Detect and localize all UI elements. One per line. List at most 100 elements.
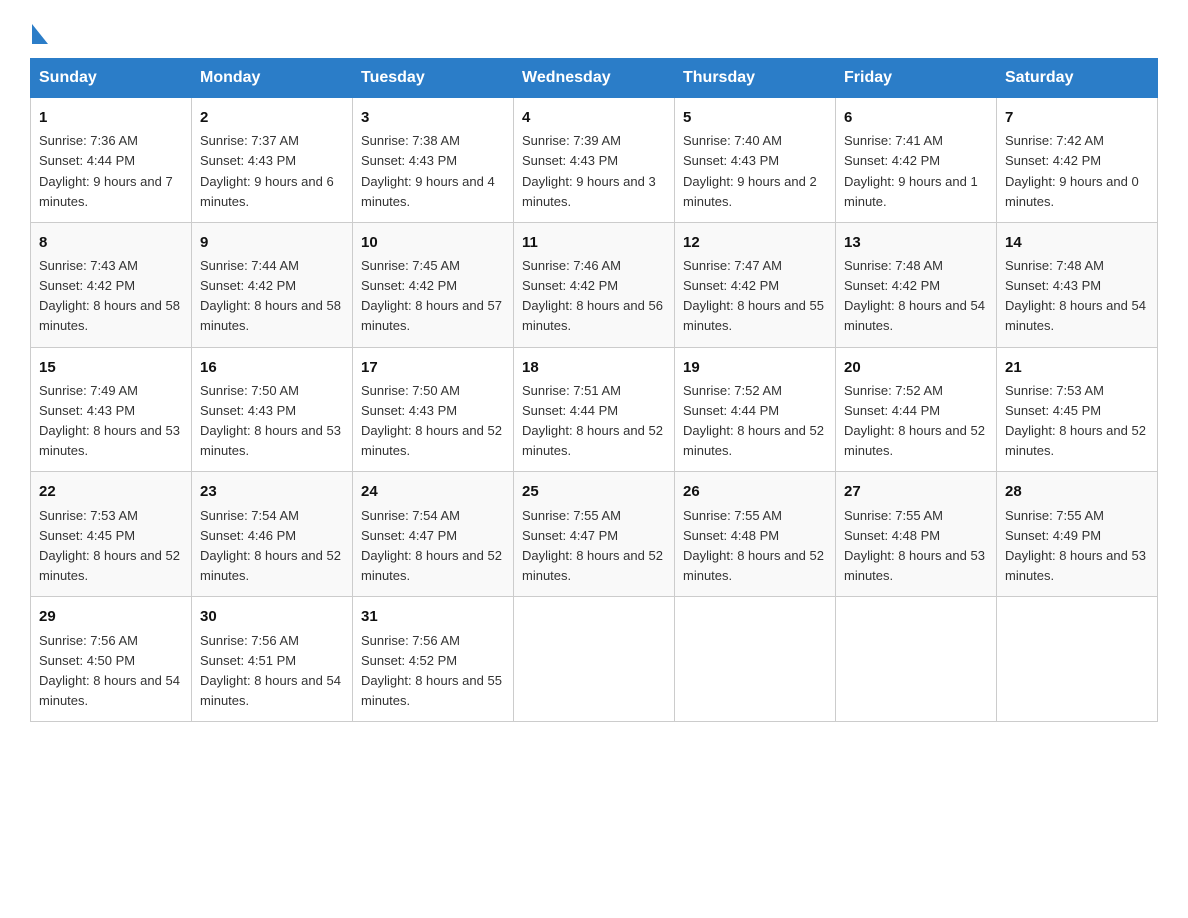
day-info: Sunrise: 7:46 AMSunset: 4:42 PMDaylight:… [522,258,663,333]
calendar-day-cell: 15 Sunrise: 7:49 AMSunset: 4:43 PMDayligh… [31,347,192,472]
day-info: Sunrise: 7:48 AMSunset: 4:42 PMDaylight:… [844,258,985,333]
calendar-week-row: 1 Sunrise: 7:36 AMSunset: 4:44 PMDaylight… [31,98,1158,223]
day-number: 5 [683,106,827,129]
calendar-day-cell: 1 Sunrise: 7:36 AMSunset: 4:44 PMDaylight… [31,98,192,223]
day-info: Sunrise: 7:56 AMSunset: 4:51 PMDaylight:… [200,633,341,708]
day-number: 27 [844,480,988,503]
day-info: Sunrise: 7:41 AMSunset: 4:42 PMDaylight:… [844,133,978,208]
day-info: Sunrise: 7:43 AMSunset: 4:42 PMDaylight:… [39,258,180,333]
day-number: 14 [1005,231,1149,254]
day-info: Sunrise: 7:48 AMSunset: 4:43 PMDaylight:… [1005,258,1146,333]
day-number: 22 [39,480,183,503]
calendar-day-cell: 30 Sunrise: 7:56 AMSunset: 4:51 PMDayligh… [192,597,353,722]
day-number: 30 [200,605,344,628]
day-info: Sunrise: 7:55 AMSunset: 4:48 PMDaylight:… [844,508,985,583]
day-info: Sunrise: 7:53 AMSunset: 4:45 PMDaylight:… [39,508,180,583]
calendar-day-cell: 26 Sunrise: 7:55 AMSunset: 4:48 PMDayligh… [675,472,836,597]
weekday-header-friday: Friday [836,59,997,98]
weekday-header-monday: Monday [192,59,353,98]
calendar-day-cell: 9Sunrise: 7:44 AMSunset: 4:42 PMDaylight… [192,222,353,347]
calendar-day-cell: 5 Sunrise: 7:40 AMSunset: 4:43 PMDaylight… [675,98,836,223]
day-number: 18 [522,356,666,379]
logo [30,20,48,40]
calendar-day-cell: 19 Sunrise: 7:52 AMSunset: 4:44 PMDayligh… [675,347,836,472]
day-info: Sunrise: 7:45 AMSunset: 4:42 PMDaylight:… [361,258,502,333]
logo-triangle-icon [32,24,48,44]
calendar-week-row: 29Sunrise: 7:56 AMSunset: 4:50 PMDayligh… [31,597,1158,722]
day-info: Sunrise: 7:51 AMSunset: 4:44 PMDaylight:… [522,383,663,458]
calendar-day-cell: 22 Sunrise: 7:53 AMSunset: 4:45 PMDayligh… [31,472,192,597]
weekday-header-tuesday: Tuesday [353,59,514,98]
page-header [30,20,1158,40]
day-number: 8 [39,231,183,254]
day-info: Sunrise: 7:52 AMSunset: 4:44 PMDaylight:… [683,383,824,458]
day-number: 7 [1005,106,1149,129]
day-number: 26 [683,480,827,503]
calendar-day-cell: 23Sunrise: 7:54 AMSunset: 4:46 PMDayligh… [192,472,353,597]
calendar-day-cell: 4 Sunrise: 7:39 AMSunset: 4:43 PMDaylight… [514,98,675,223]
calendar-day-cell: 27 Sunrise: 7:55 AMSunset: 4:48 PMDayligh… [836,472,997,597]
calendar-day-cell [675,597,836,722]
day-number: 9 [200,231,344,254]
day-number: 21 [1005,356,1149,379]
weekday-header-row: SundayMondayTuesdayWednesdayThursdayFrid… [31,59,1158,98]
calendar-day-cell: 28 Sunrise: 7:55 AMSunset: 4:49 PMDayligh… [997,472,1158,597]
calendar-week-row: 8 Sunrise: 7:43 AMSunset: 4:42 PMDaylight… [31,222,1158,347]
day-info: Sunrise: 7:36 AMSunset: 4:44 PMDaylight:… [39,133,173,208]
day-number: 24 [361,480,505,503]
day-info: Sunrise: 7:40 AMSunset: 4:43 PMDaylight:… [683,133,817,208]
day-number: 17 [361,356,505,379]
day-number: 16 [200,356,344,379]
day-number: 20 [844,356,988,379]
calendar-table: SundayMondayTuesdayWednesdayThursdayFrid… [30,58,1158,722]
day-number: 2 [200,106,344,129]
day-info: Sunrise: 7:53 AMSunset: 4:45 PMDaylight:… [1005,383,1146,458]
calendar-day-cell: 8 Sunrise: 7:43 AMSunset: 4:42 PMDaylight… [31,222,192,347]
calendar-day-cell: 17 Sunrise: 7:50 AMSunset: 4:43 PMDayligh… [353,347,514,472]
calendar-day-cell [836,597,997,722]
day-info: Sunrise: 7:55 AMSunset: 4:48 PMDaylight:… [683,508,824,583]
day-number: 4 [522,106,666,129]
calendar-day-cell: 21 Sunrise: 7:53 AMSunset: 4:45 PMDayligh… [997,347,1158,472]
day-number: 31 [361,605,505,628]
calendar-week-row: 22 Sunrise: 7:53 AMSunset: 4:45 PMDayligh… [31,472,1158,597]
day-number: 6 [844,106,988,129]
calendar-day-cell: 31 Sunrise: 7:56 AMSunset: 4:52 PMDayligh… [353,597,514,722]
day-number: 11 [522,231,666,254]
calendar-day-cell: 13Sunrise: 7:48 AMSunset: 4:42 PMDayligh… [836,222,997,347]
day-info: Sunrise: 7:50 AMSunset: 4:43 PMDaylight:… [361,383,502,458]
weekday-header-wednesday: Wednesday [514,59,675,98]
day-info: Sunrise: 7:50 AMSunset: 4:43 PMDaylight:… [200,383,341,458]
calendar-day-cell: 14 Sunrise: 7:48 AMSunset: 4:43 PMDayligh… [997,222,1158,347]
calendar-week-row: 15 Sunrise: 7:49 AMSunset: 4:43 PMDayligh… [31,347,1158,472]
day-info: Sunrise: 7:55 AMSunset: 4:49 PMDaylight:… [1005,508,1146,583]
calendar-day-cell: 20 Sunrise: 7:52 AMSunset: 4:44 PMDayligh… [836,347,997,472]
calendar-day-cell: 10 Sunrise: 7:45 AMSunset: 4:42 PMDayligh… [353,222,514,347]
day-info: Sunrise: 7:54 AMSunset: 4:47 PMDaylight:… [361,508,502,583]
day-info: Sunrise: 7:37 AMSunset: 4:43 PMDaylight:… [200,133,334,208]
calendar-day-cell: 29Sunrise: 7:56 AMSunset: 4:50 PMDayligh… [31,597,192,722]
day-number: 19 [683,356,827,379]
day-info: Sunrise: 7:42 AMSunset: 4:42 PMDaylight:… [1005,133,1139,208]
day-number: 1 [39,106,183,129]
calendar-day-cell [514,597,675,722]
day-info: Sunrise: 7:47 AMSunset: 4:42 PMDaylight:… [683,258,824,333]
day-info: Sunrise: 7:39 AMSunset: 4:43 PMDaylight:… [522,133,656,208]
day-info: Sunrise: 7:54 AMSunset: 4:46 PMDaylight:… [200,508,341,583]
day-number: 3 [361,106,505,129]
day-info: Sunrise: 7:49 AMSunset: 4:43 PMDaylight:… [39,383,180,458]
calendar-day-cell: 25Sunrise: 7:55 AMSunset: 4:47 PMDayligh… [514,472,675,597]
day-number: 28 [1005,480,1149,503]
weekday-header-thursday: Thursday [675,59,836,98]
weekday-header-saturday: Saturday [997,59,1158,98]
calendar-day-cell: 6 Sunrise: 7:41 AMSunset: 4:42 PMDaylight… [836,98,997,223]
calendar-day-cell: 16 Sunrise: 7:50 AMSunset: 4:43 PMDayligh… [192,347,353,472]
day-number: 10 [361,231,505,254]
day-number: 29 [39,605,183,628]
calendar-day-cell: 11 Sunrise: 7:46 AMSunset: 4:42 PMDayligh… [514,222,675,347]
day-info: Sunrise: 7:56 AMSunset: 4:52 PMDaylight:… [361,633,502,708]
day-number: 15 [39,356,183,379]
calendar-day-cell: 3Sunrise: 7:38 AMSunset: 4:43 PMDaylight… [353,98,514,223]
day-info: Sunrise: 7:52 AMSunset: 4:44 PMDaylight:… [844,383,985,458]
day-number: 12 [683,231,827,254]
